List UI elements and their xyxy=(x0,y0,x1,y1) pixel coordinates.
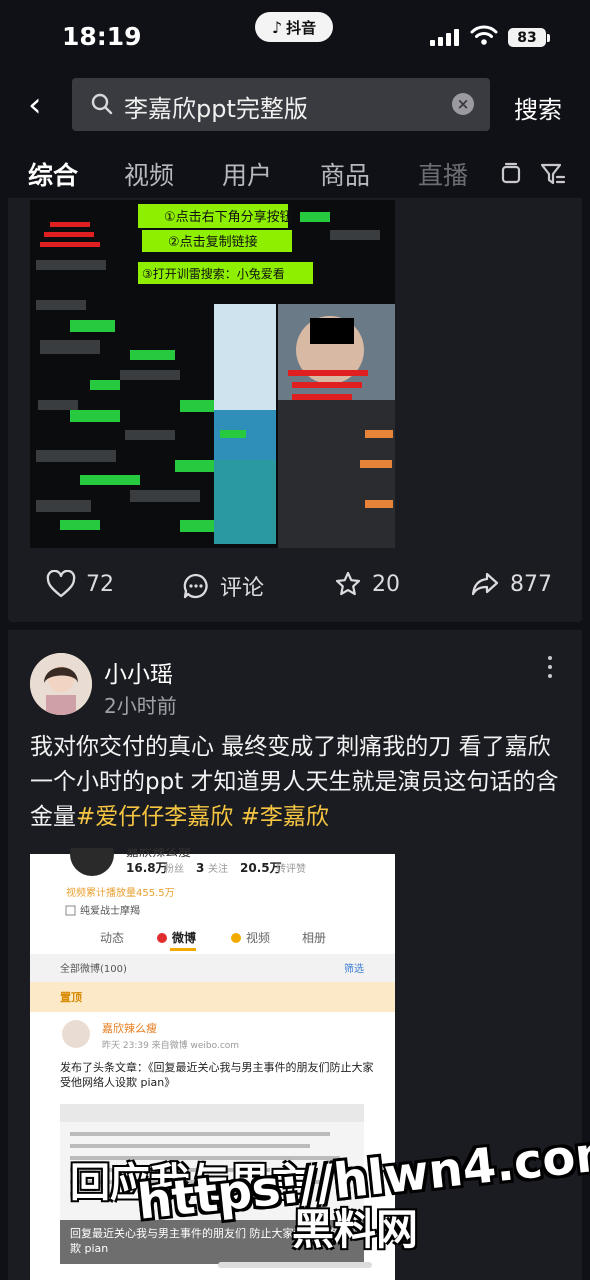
back-icon[interactable]: ‹ xyxy=(28,88,42,122)
comment-label: 评论 xyxy=(220,576,265,601)
step3-text: ③打开训雷搜索：小兔爱看 xyxy=(142,266,285,281)
weibo-following: 3 xyxy=(196,861,204,875)
favorite-button[interactable]: 20 xyxy=(334,570,400,598)
search-icon xyxy=(91,93,113,115)
tab-users[interactable]: 用户 xyxy=(222,156,272,192)
tab-videos[interactable]: 视频 xyxy=(124,156,174,192)
douyin-logo-icon: ♪ xyxy=(271,17,283,37)
weibo-tab-album: 相册 xyxy=(302,931,326,945)
comment-button[interactable]: 评论 xyxy=(182,570,264,602)
like-count: 72 xyxy=(86,571,114,597)
share-icon xyxy=(471,572,499,596)
wifi-icon xyxy=(470,25,498,45)
weibo-video-views: 视频累计播放量455.5万 xyxy=(66,886,175,899)
avatar[interactable] xyxy=(30,653,92,715)
share-count: 877 xyxy=(510,571,552,597)
like-button[interactable]: 72 xyxy=(46,570,114,598)
app-name: 抖音 xyxy=(286,18,317,37)
app-indicator-pill[interactable]: ♪ 抖音 xyxy=(255,12,333,42)
weibo-reposts-label: 转评赞 xyxy=(276,862,306,875)
home-indicator[interactable] xyxy=(218,1262,372,1268)
avatar-photo xyxy=(30,653,92,715)
tab-live[interactable]: 直播 xyxy=(418,156,468,192)
chat-screenshot-collage: ①点击右下角分享按钮 ②点击复制链接 ③打开训雷搜索：小兔爱看 xyxy=(30,200,395,548)
more-options-icon[interactable] xyxy=(548,656,554,683)
heart-icon xyxy=(46,570,76,598)
weibo-all-posts: 全部微博(100) xyxy=(60,962,127,975)
clear-search-icon[interactable]: × xyxy=(452,93,474,115)
weibo-account: 嘉欣辣么瘦 xyxy=(126,848,191,860)
status-time: 18:19 xyxy=(62,22,142,51)
weibo-post-meta: 昨天 23:39 来自微博 weibo.com xyxy=(102,1039,239,1051)
weibo-tab-feed: 动态 xyxy=(100,931,124,945)
filter-icon[interactable] xyxy=(540,162,566,186)
battery-cap xyxy=(547,34,550,42)
battery-icon: 83 xyxy=(508,28,546,47)
weibo-tab-weibo: 微博 xyxy=(171,930,196,945)
post1-actions: 72 评论 20 877 xyxy=(30,570,570,610)
comment-icon xyxy=(183,573,208,599)
watermark-site-name: 黑料网 xyxy=(292,1205,419,1254)
weibo-filter: 筛选 xyxy=(344,962,364,975)
weibo-tab-video: 视频 xyxy=(246,930,270,945)
search-tabs: 综合 视频 用户 商品 直播 xyxy=(0,150,590,194)
favorite-count: 20 xyxy=(372,571,400,597)
cellular-signal-icon xyxy=(430,28,459,46)
layout-toggle-icon[interactable] xyxy=(500,162,522,186)
post-text: 我对你交付的真心 最终变成了刺痛我的刀 看了嘉欣一个小时的ppt 才知道男人天生… xyxy=(30,730,560,835)
weibo-tag: 纯爱战士摩羯 xyxy=(80,904,140,917)
tab-comprehensive[interactable]: 综合 xyxy=(28,156,78,192)
step1-text: ①点击右下角分享按钮 xyxy=(164,209,293,225)
post1-thumbnail[interactable]: ①点击右下角分享按钮 ②点击复制链接 ③打开训雷搜索：小兔爱看 xyxy=(30,200,395,548)
hashtag-1[interactable]: #爱仔仔李嘉欣 xyxy=(76,804,233,830)
search-button[interactable]: 搜索 xyxy=(514,90,562,125)
weibo-followers-label: 粉丝 xyxy=(164,862,184,875)
weibo-followers: 16.8万 xyxy=(126,861,168,875)
star-icon xyxy=(335,571,361,596)
post-time: 2小时前 xyxy=(104,694,177,718)
hashtag-2[interactable]: #李嘉欣 xyxy=(241,804,329,830)
tab-products[interactable]: 商品 xyxy=(320,156,370,192)
share-button[interactable]: 877 xyxy=(470,570,552,598)
weibo-following-label: 关注 xyxy=(208,862,228,875)
step2-text: ②点击复制链接 xyxy=(168,234,258,250)
weibo-post-title: 发布了头条文章：《回复最近关心我与男主事件的朋友们防止大家受他网络人设欺 pia… xyxy=(60,1061,374,1089)
search-query[interactable]: 李嘉欣ppt完整版 xyxy=(124,89,308,124)
author-name[interactable]: 小小瑶 xyxy=(104,655,173,689)
weibo-post-author: 嘉欣辣么瘦 xyxy=(102,1021,157,1035)
weibo-pinned: 置顶 xyxy=(60,991,82,1004)
